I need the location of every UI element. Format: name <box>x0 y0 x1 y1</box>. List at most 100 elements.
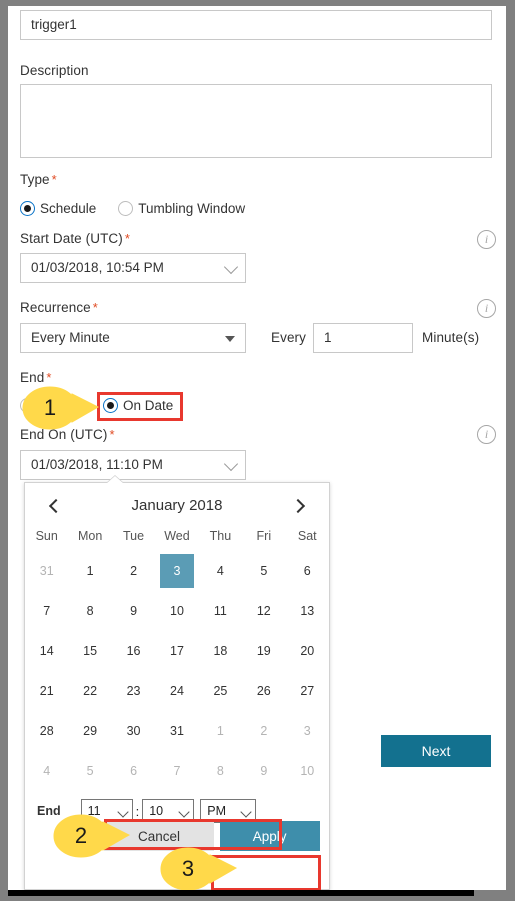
calendar-day-cell[interactable]: 22 <box>68 671 111 711</box>
end-on-input[interactable]: 01/03/2018, 11:10 PM <box>20 450 246 480</box>
calendar-day-cell[interactable]: 21 <box>25 671 68 711</box>
calendar-day-cell[interactable]: 15 <box>68 631 111 671</box>
calendar-day-cell[interactable]: 25 <box>199 671 242 711</box>
calendar-day-number: 12 <box>256 604 271 618</box>
calendar-day-cell[interactable]: 1 <box>68 551 111 591</box>
calendar-day-cell[interactable]: 9 <box>242 751 285 791</box>
calendar-day-cell[interactable]: 31 <box>25 551 68 591</box>
start-date-label: Start Date (UTC) * <box>20 231 130 246</box>
weekday-header: Tue <box>123 529 145 543</box>
type-label: Type * <box>20 172 57 187</box>
calendar-day-number: 8 <box>216 764 224 778</box>
description-textarea[interactable] <box>20 84 492 158</box>
calendar-day-cell[interactable]: 11 <box>199 591 242 631</box>
end-on-info-icon[interactable]: i <box>477 425 496 444</box>
calendar-day-cell[interactable]: 7 <box>25 591 68 631</box>
calendar-day-number: 1 <box>86 564 94 578</box>
calendar-day-cell[interactable]: 14 <box>25 631 68 671</box>
next-button[interactable]: Next <box>381 735 491 767</box>
calendar-month-title: January 2018 <box>131 497 223 514</box>
calendar-day-cell[interactable]: 2 <box>242 711 285 751</box>
calendar-day-number: 5 <box>86 764 94 778</box>
meridiem-select[interactable]: PM <box>200 799 257 823</box>
radio-on-date-label: On Date <box>123 398 174 413</box>
calendar-day-cell[interactable]: 4 <box>25 751 68 791</box>
calendar-week-row: 21 22 23 24 25 26 27 <box>25 671 329 711</box>
calendar-day-number: 8 <box>86 604 94 618</box>
trigger-name-input[interactable]: trigger1 <box>20 10 492 40</box>
every-interval-input[interactable]: 1 <box>313 323 413 353</box>
interval-unit-label: Minute(s) <box>422 330 480 345</box>
calendar-day-cell[interactable]: 19 <box>242 631 285 671</box>
calendar-day-number: 17 <box>170 644 184 658</box>
calendar-day-cell[interactable]: 8 <box>199 751 242 791</box>
calendar-day-cell[interactable]: 2 <box>112 551 155 591</box>
weekday-header: Sun <box>35 529 58 543</box>
chevron-down-icon <box>223 456 239 472</box>
calendar-day-cell[interactable]: 3 <box>286 711 329 751</box>
calendar-day-cell[interactable]: 9 <box>112 591 155 631</box>
calendar-day-number: 18 <box>213 644 228 658</box>
calendar-day-cell[interactable]: 17 <box>155 631 198 671</box>
radio-schedule[interactable] <box>20 201 35 216</box>
calendar-day-cell[interactable]: 29 <box>68 711 111 751</box>
calendar-day-cell[interactable]: 6 <box>112 751 155 791</box>
calendar-day-number: 6 <box>130 764 138 778</box>
radio-tumbling-window[interactable] <box>118 201 134 216</box>
radio-schedule-label: Schedule <box>40 201 97 216</box>
calendar-day-cell[interactable]: 5 <box>68 751 111 791</box>
calendar-day-cell[interactable]: 18 <box>199 631 242 671</box>
calendar-day-number: 16 <box>126 644 141 658</box>
calendar-day-number: 10 <box>300 764 315 778</box>
calendar-day-number: 13 <box>300 604 315 618</box>
callout-2: 2 <box>53 814 131 858</box>
calendar-day-number: 9 <box>130 604 138 618</box>
calendar-day-cell[interactable]: 4 <box>199 551 242 591</box>
calendar-day-cell[interactable]: 7 <box>155 751 198 791</box>
calendar-day-cell[interactable]: 12 <box>242 591 285 631</box>
calendar-header: January 2018 <box>25 483 329 520</box>
recurrence-label: Recurrence * <box>20 300 98 315</box>
chevron-right-icon[interactable] <box>290 498 306 513</box>
calendar-day-cell[interactable]: 16 <box>112 631 155 671</box>
calendar-day-cell[interactable]: 10 <box>286 751 329 791</box>
recurrence-select[interactable]: Every Minute <box>20 323 246 353</box>
start-date-required-mark: * <box>124 231 131 246</box>
calendar-week-row: 31 1 2 3 4 5 6 <box>25 551 329 591</box>
calendar-day-cell[interactable]: 20 <box>286 631 329 671</box>
type-required-mark: * <box>51 172 57 187</box>
calendar-day-cell[interactable]: 26 <box>242 671 285 711</box>
end-label-text: End <box>20 370 45 385</box>
calendar-day-cell[interactable]: 5 <box>242 551 285 591</box>
weekday-header: Sat <box>297 529 317 543</box>
calendar-weekday-row: Sun Mon Tue Wed Thu Fri Sat <box>25 524 329 551</box>
minute-select[interactable]: 10 <box>142 799 195 823</box>
calendar-day-cell[interactable]: 24 <box>155 671 198 711</box>
weekday-header: Fri <box>256 529 272 543</box>
chevron-left-icon[interactable] <box>48 498 64 513</box>
description-label: Description <box>20 63 89 78</box>
calendar-day-cell[interactable]: 13 <box>286 591 329 631</box>
recurrence-value: Every Minute <box>31 330 110 345</box>
calendar-day-cell[interactable]: 28 <box>25 711 68 751</box>
radio-on-date[interactable] <box>103 398 119 413</box>
recurrence-info-icon[interactable]: i <box>477 299 496 318</box>
time-colon: : <box>135 803 140 819</box>
calendar-day-cell[interactable]: 8 <box>68 591 111 631</box>
calendar-day-cell[interactable]: 3 <box>155 551 198 591</box>
calendar-day-cell[interactable]: 31 <box>155 711 198 751</box>
calendar-day-cell[interactable]: 23 <box>112 671 155 711</box>
calendar-week-row: 28 29 30 31 1 2 3 <box>25 711 329 751</box>
calendar-day-cell[interactable]: 1 <box>199 711 242 751</box>
start-date-input[interactable]: 01/03/2018, 10:54 PM <box>20 253 246 283</box>
calendar-day-number: 2 <box>130 564 138 578</box>
minute-value: 10 <box>149 804 164 818</box>
every-label: Every <box>271 330 307 345</box>
calendar-day-cell[interactable]: 30 <box>112 711 155 751</box>
calendar-day-number: 23 <box>126 684 141 698</box>
start-date-info-icon[interactable]: i <box>477 230 496 249</box>
calendar-day-cell[interactable]: 27 <box>286 671 329 711</box>
calendar-day-cell[interactable]: 6 <box>286 551 329 591</box>
calendar-day-number: 19 <box>256 644 271 658</box>
calendar-day-cell[interactable]: 10 <box>155 591 198 631</box>
